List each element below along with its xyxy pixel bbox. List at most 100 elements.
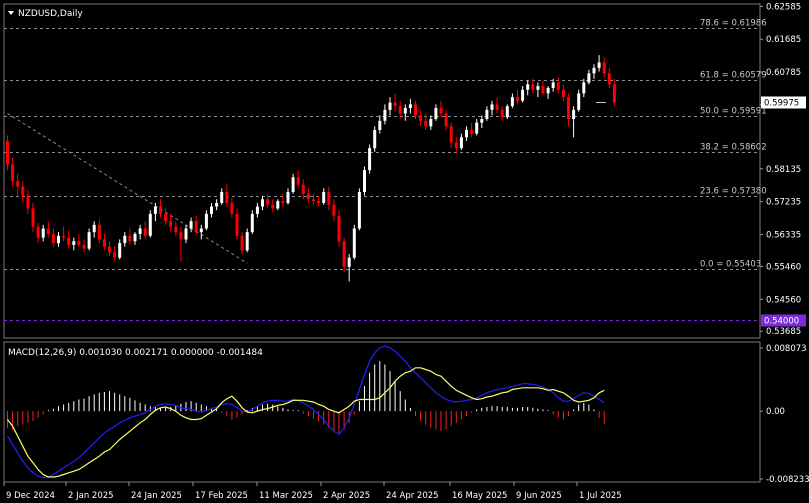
candle-body [485,109,489,119]
candle-body [77,241,81,245]
price-axis-label: 0.61685 [766,35,801,45]
candle-body [521,89,525,101]
candle-body [465,129,468,138]
macd-axis-label: 0.00 [766,407,785,417]
candle-body [551,82,555,88]
candle-body [21,186,25,196]
candle-body [556,82,560,90]
candle-body [419,115,423,121]
candle-body [281,201,285,203]
date-axis-label: 9 Jun 2025 [516,491,562,501]
candle-body [342,241,346,267]
candle-body [159,206,162,214]
candle-body [133,233,137,242]
candle-body [276,201,280,209]
candle-body [306,193,310,200]
candle-body [490,104,494,110]
candle-body [148,213,152,236]
candle-body [459,137,463,149]
candle-body [67,237,71,245]
price-axis-label: 0.54560 [766,295,801,305]
date-axis-label: 11 Mar 2025 [259,491,313,501]
candle-body [220,191,224,203]
candle-body [240,235,244,251]
candle-body [373,129,377,149]
candle-body [143,228,147,236]
candle-body [194,221,198,233]
candle [357,188,361,231]
candle-body [363,170,366,192]
candle-body [322,191,326,203]
candle-body [434,108,438,119]
fib-level-label: 50.0 = 0.59591 [700,107,767,117]
candle-body [266,199,270,205]
symbol-header: NZDUSD,Daily [8,9,83,19]
price-axis-label: 0.55460 [766,262,801,272]
chart-background [0,0,809,503]
candle-body [403,108,407,114]
candle-body [46,228,50,234]
candle-body [108,246,111,253]
date-axis-label: 1 Jul 2025 [579,491,622,501]
candle-body [92,224,96,233]
candle-body [572,109,576,119]
price-axis-label: 0.60785 [766,68,801,78]
candle-body [26,195,30,209]
fib-level-label: 61.8 = 0.60579 [700,71,767,81]
candle-body [495,104,499,110]
candle-body [82,244,86,249]
candle [148,210,152,238]
price-axis-label: 0.57235 [766,198,801,208]
candle-body [11,164,15,182]
date-axis-label: 24 Apr 2025 [386,491,439,501]
candle-body [429,118,433,127]
candle-body [505,106,509,118]
candle-body [271,204,275,209]
candle-body [383,109,387,121]
candle-body [245,232,249,251]
candle-body [357,191,361,229]
candle-body [291,177,295,192]
candle-body [352,228,356,258]
candle-body [454,142,458,149]
candle-body [169,221,173,227]
candle-body [123,235,127,244]
candle-body [31,208,35,227]
candle [505,104,509,119]
candle-body [210,206,213,214]
candle-body [102,239,106,247]
candle-body [368,148,372,171]
candle-body [230,202,234,214]
candle-body [179,232,183,240]
candle-body [561,89,565,98]
candle-body [607,73,611,85]
candle-body [475,122,479,134]
candle-body [204,213,208,229]
candle-body [332,204,336,216]
candle-body [189,221,193,229]
candle-body [597,62,601,68]
candle-body [199,228,203,233]
candle-body [531,84,535,90]
candle-body [296,177,300,185]
level-marker-label: 0.54000 [764,317,799,327]
candle-body [414,104,417,116]
candle-body [327,191,331,205]
candle-body [602,62,606,74]
candle-body [164,213,168,222]
candle-body [215,202,219,207]
candle-body [510,97,514,107]
candle-body [577,93,581,110]
fib-level-label: 38.2 = 0.58602 [700,143,767,153]
candle-body [261,199,264,207]
date-axis-label: 2 Apr 2025 [323,491,370,501]
candle-body [388,102,392,110]
candle-body [235,213,239,236]
candle-body [546,87,550,94]
candle-body [516,97,519,101]
candle-body [424,120,428,127]
candle [373,126,377,152]
candle-body [174,226,178,233]
candle-body [62,235,66,238]
candle-body [184,228,188,240]
